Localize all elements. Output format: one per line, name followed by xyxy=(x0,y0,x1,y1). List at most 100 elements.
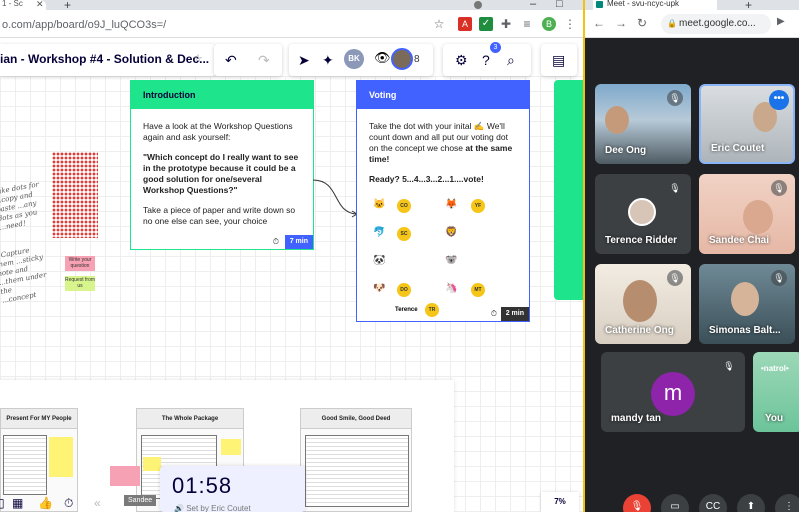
redo-icon[interactable]: ↷ xyxy=(258,51,270,69)
participant-tile[interactable]: 🎙 Terence Ridder xyxy=(595,174,691,254)
participant-name: Sandee Chai xyxy=(709,235,770,246)
miro-window: 1 - Sc ✕ + – □ o.com/app/board/o9J_luQCO… xyxy=(0,0,583,512)
connector-arrow[interactable] xyxy=(312,176,360,220)
meet-favicon-icon xyxy=(596,1,603,8)
sticky-note xyxy=(143,457,161,471)
url-field[interactable]: o.com/app/board/o9J_luQCO3s=/ xyxy=(0,16,440,34)
board-title[interactable]: ian - Workshop #4 - Solution & Dec... xyxy=(0,52,209,66)
more-menu-icon[interactable]: ⋮ xyxy=(775,494,799,512)
tab-close-icon[interactable]: ✕ xyxy=(36,0,44,9)
voter-emoji: 🐨 xyxy=(445,255,458,266)
more-options-icon[interactable]: ••• xyxy=(769,90,789,110)
tab-search-icon[interactable] xyxy=(474,1,482,9)
back-icon[interactable]: ← xyxy=(593,16,605,30)
mic-off-icon: 🎙 xyxy=(667,180,683,196)
apps-icon[interactable]: ▦ xyxy=(12,496,23,510)
column-title: Present For MY People xyxy=(1,409,77,429)
voting-timer-tag: 2 min xyxy=(500,307,529,321)
board-title-box[interactable]: ian - Workshop #4 - Solution & Dec... ☆ xyxy=(0,44,216,76)
camera-toggle-icon[interactable]: ▭ xyxy=(661,494,689,512)
checklist-extension-icon[interactable]: ✓ xyxy=(479,17,493,31)
sticky-note-pink[interactable] xyxy=(110,466,140,486)
participant-tile[interactable]: 🎙 Catherine Ong xyxy=(595,264,691,344)
participant-tile[interactable]: ••• Eric Coutet xyxy=(699,84,795,164)
participant-name: Eric Coutet xyxy=(711,143,765,154)
search-icon[interactable]: ⌕ xyxy=(507,51,515,69)
participant-name: Terence Ridder xyxy=(605,235,678,246)
next-frame-edge[interactable] xyxy=(554,80,583,300)
mic-off-icon: 🎙 xyxy=(667,270,683,286)
collapse-icon[interactable]: « xyxy=(94,496,101,510)
pointer-icon[interactable]: ➤ xyxy=(298,51,310,69)
meet-browser-tab[interactable]: Meet - svu-ncyc-upk xyxy=(593,0,717,10)
undo-icon[interactable]: ↶ xyxy=(225,51,237,69)
voter-emoji: 🐱 xyxy=(373,199,386,210)
participant-tile[interactable]: m 🎙 mandy tan xyxy=(601,352,745,432)
browser-menu-icon[interactable]: ⋮ xyxy=(563,17,577,31)
profile-avatar[interactable]: B xyxy=(542,17,556,31)
eye-icon[interactable]: 👁 xyxy=(374,50,391,66)
collaborator-avatar[interactable]: BK xyxy=(344,49,364,69)
media-icon[interactable]: ≡ xyxy=(520,17,534,31)
timer-icon[interactable]: ⏱ xyxy=(64,496,73,511)
present-icon[interactable]: ⬆ xyxy=(737,494,765,512)
participant-tile[interactable]: 🎙 Sandee Chai xyxy=(699,174,795,254)
captions-icon[interactable]: CC xyxy=(699,494,727,512)
sticky-note-pink[interactable]: Write your question xyxy=(65,256,95,271)
timer-widget[interactable]: 01:58 🔊 Set by Eric Coutet xyxy=(160,466,305,512)
collaborator-photo-avatar[interactable] xyxy=(391,48,413,70)
collaborator-count[interactable]: 8 xyxy=(414,54,420,65)
bookmark-star-icon[interactable]: ☆ xyxy=(432,17,446,31)
mic-off-icon: 🎙 xyxy=(771,180,787,196)
camera-status-icon[interactable]: ▶ xyxy=(777,16,785,27)
vote-dot[interactable]: TR xyxy=(425,303,439,317)
bottom-toolbar: ▯ ▦ 👍 ⏱ « xyxy=(0,496,101,512)
reload-icon[interactable]: ↻ xyxy=(637,16,647,30)
forward-icon[interactable]: → xyxy=(615,16,627,30)
stopwatch-icon: ⏱ xyxy=(272,237,279,246)
vote-dot[interactable]: SC xyxy=(397,227,411,241)
star-icon[interactable]: ☆ xyxy=(193,52,203,65)
notes-icon: ▤ xyxy=(552,52,566,68)
introduction-frame[interactable]: Introduction Have a look at the Workshop… xyxy=(130,80,314,250)
vote-dot[interactable]: YF xyxy=(471,199,485,213)
voting-title: Voting xyxy=(357,81,529,109)
notes-button[interactable]: ▤ xyxy=(541,44,577,76)
participant-video xyxy=(743,200,773,234)
help-icon[interactable]: ? xyxy=(482,51,490,69)
vote-dot[interactable]: CO xyxy=(397,199,411,213)
meet-url-field[interactable]: 🔒 meet.google.co... xyxy=(661,14,771,34)
maximize-icon[interactable]: □ xyxy=(556,0,563,10)
mic-off-icon: 🎙 xyxy=(771,270,787,286)
voter-emoji: 🦊 xyxy=(445,199,458,210)
voting-dots-grid[interactable] xyxy=(52,152,98,238)
voting-frame[interactable]: Voting Take the dot with your inital ✍️ … xyxy=(356,80,530,322)
minimize-icon[interactable]: – xyxy=(530,0,536,10)
frames-icon[interactable]: ▯ xyxy=(0,496,5,510)
vote-dot[interactable]: MT xyxy=(471,283,485,297)
pdf-extension-icon[interactable]: A xyxy=(458,17,472,31)
sticky-note-green[interactable]: Request from us xyxy=(65,276,95,291)
concept-column-3[interactable]: Good Smile, Good Deed xyxy=(300,408,412,512)
participant-tile-self[interactable]: •natrol• You xyxy=(753,352,799,432)
timer-set-by: 🔊 Set by Eric Coutet xyxy=(174,504,251,512)
vote-dot[interactable]: DO xyxy=(397,283,411,297)
meet-url-text: meet.google.co... xyxy=(679,18,756,29)
mic-off-icon: 🎙 xyxy=(667,90,683,106)
address-bar: o.com/app/board/o9J_luQCO3s=/ ☆ A ✓ ✚ ≡ … xyxy=(0,10,583,38)
mic-toggle-icon[interactable]: 🎙 xyxy=(623,494,651,512)
voter-emoji: 🐼 xyxy=(373,255,386,266)
extensions-puzzle-icon[interactable]: ✚ xyxy=(499,17,513,31)
column-title: The Whole Package xyxy=(137,409,243,429)
settings-sliders-icon[interactable]: ⚙ xyxy=(455,51,468,69)
zoom-level[interactable]: 7% xyxy=(541,492,579,512)
voter-emoji: 🦄 xyxy=(445,283,458,294)
sound-icon[interactable]: 🔊 xyxy=(174,504,184,512)
reaction-icon[interactable]: ✦ xyxy=(322,51,334,69)
meet-address-bar: ← → ↻ 🔒 meet.google.co... ▶ xyxy=(585,10,799,38)
participant-tile[interactable]: 🎙 Simonas Balt... xyxy=(699,264,795,344)
undo-redo-group: ↶ ↷ xyxy=(214,44,282,76)
tab-title: 1 - Sc xyxy=(2,0,23,8)
participant-tile[interactable]: 🎙 Dee Ong xyxy=(595,84,691,164)
thumbs-up-icon[interactable]: 👍 xyxy=(38,496,53,510)
